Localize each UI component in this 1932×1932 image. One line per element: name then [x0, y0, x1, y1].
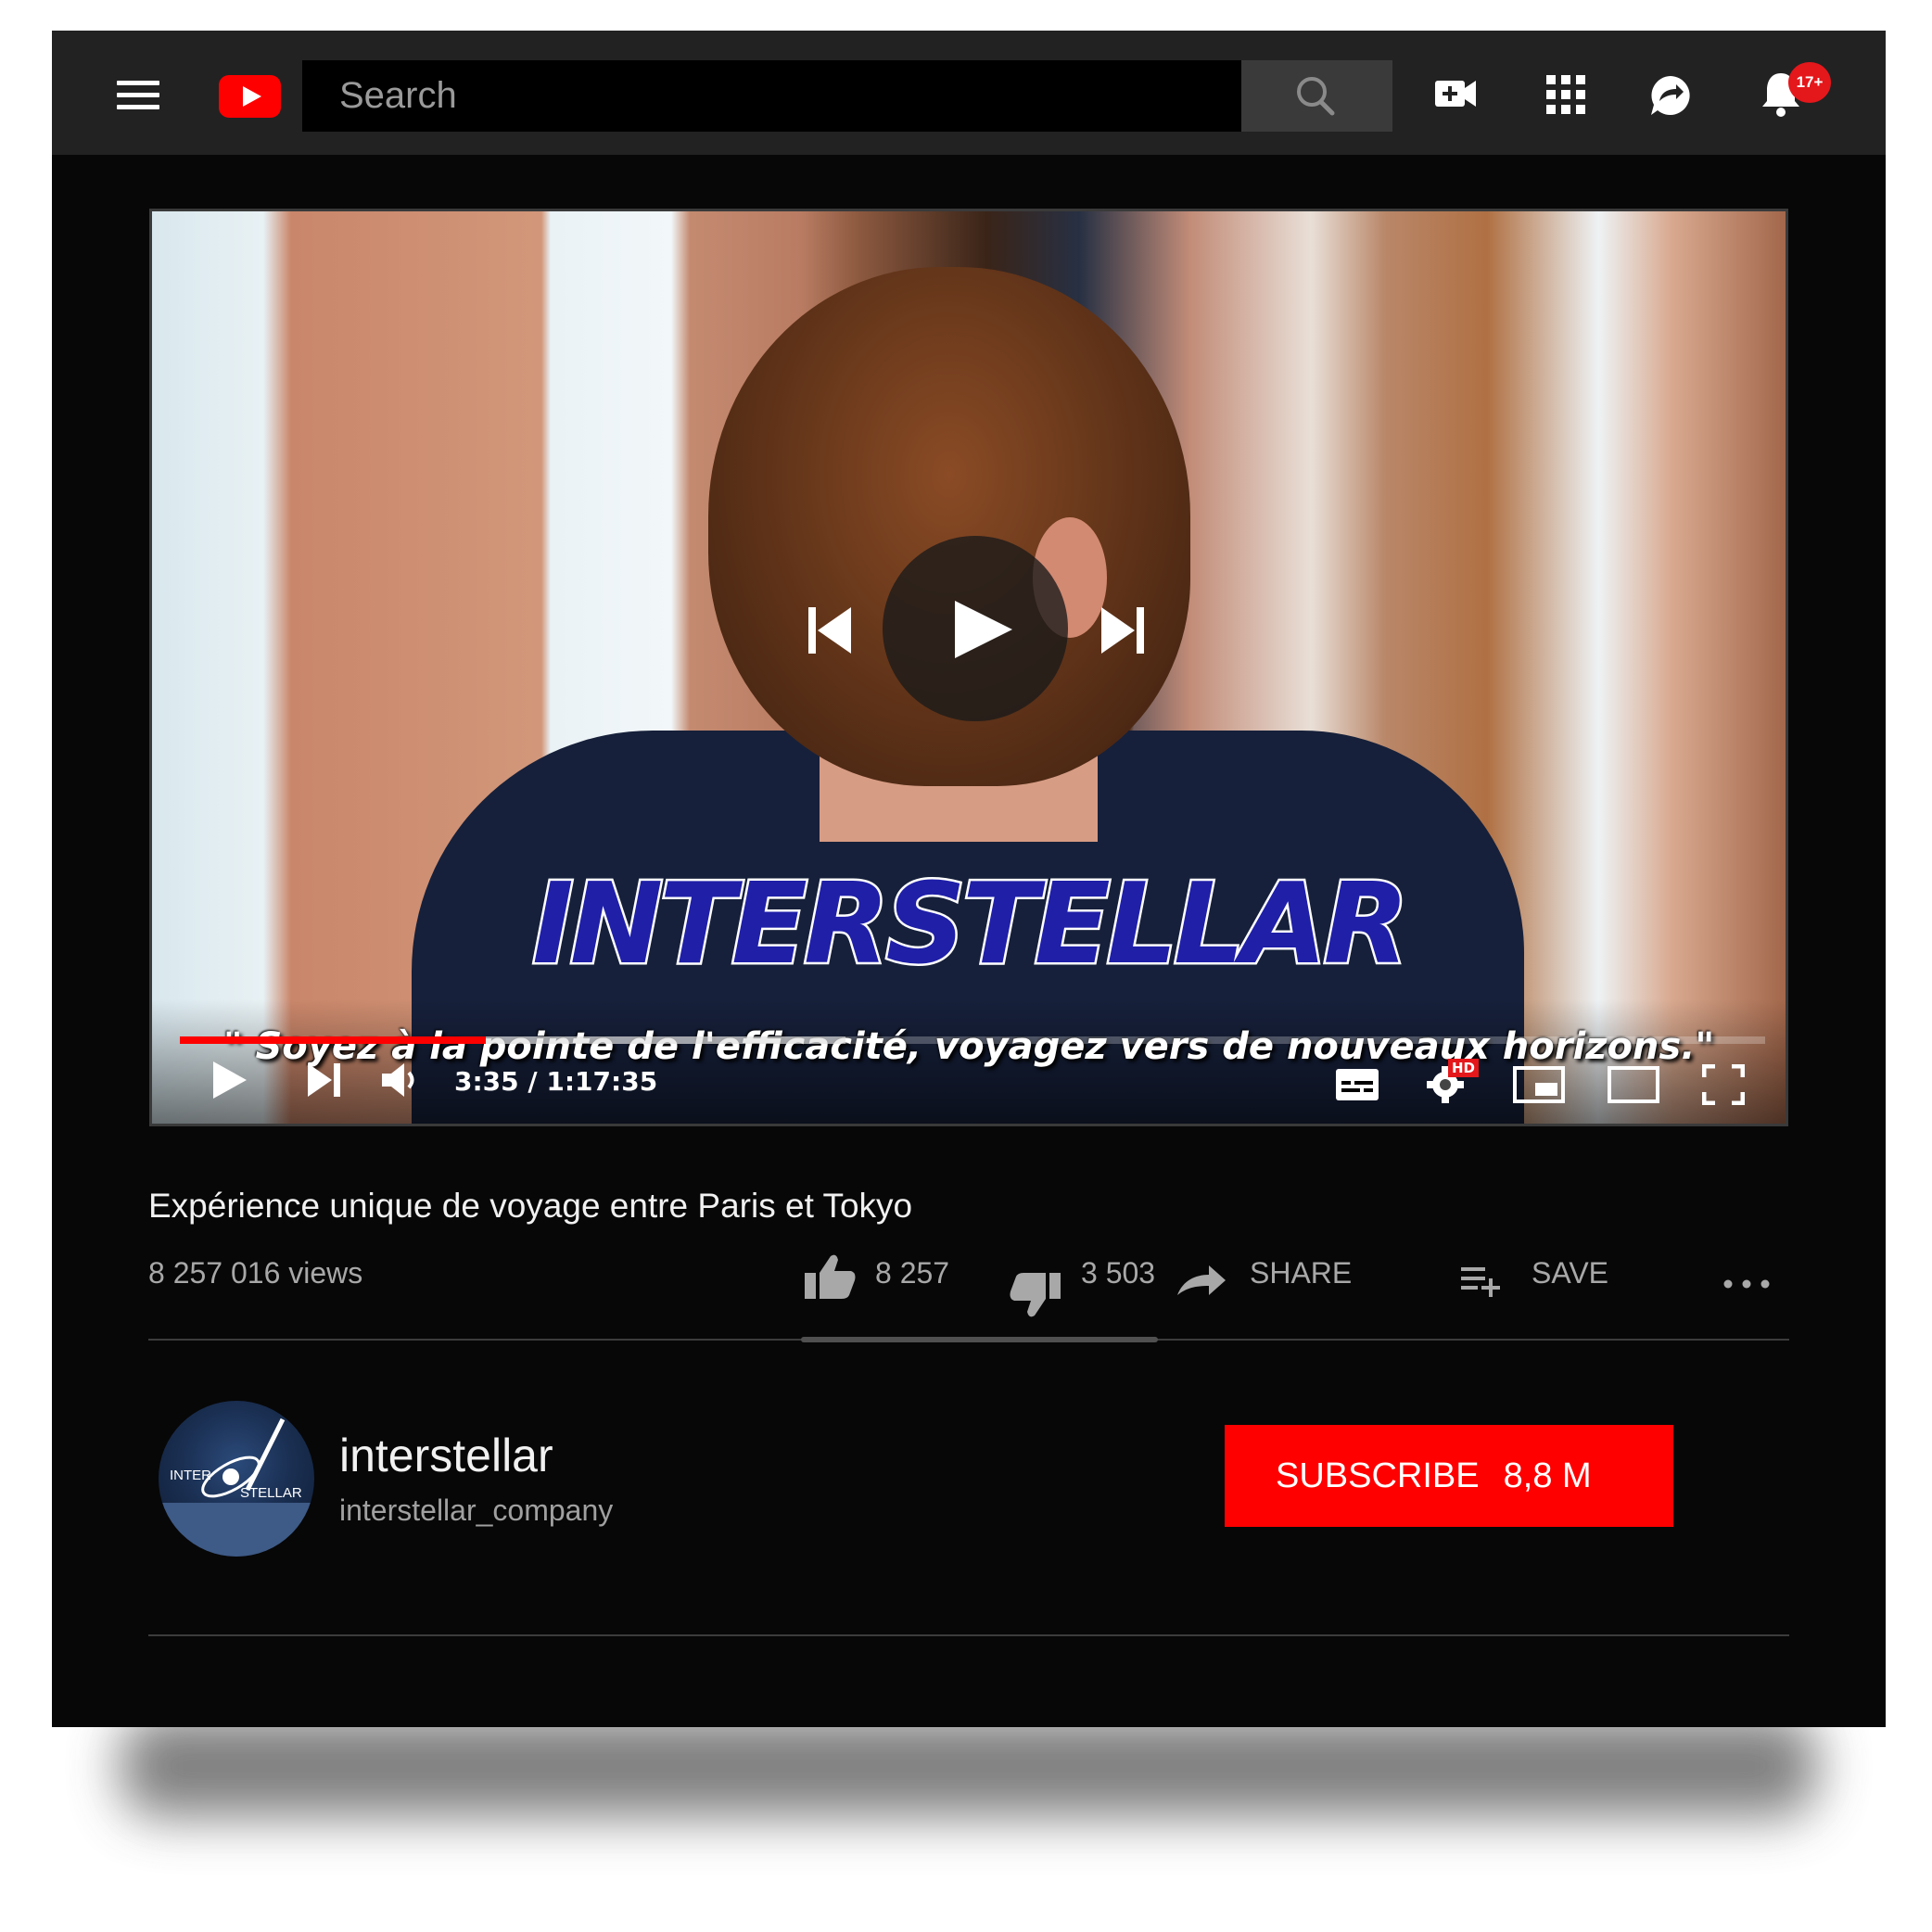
subscribe-label: SUBSCRIBE: [1276, 1455, 1480, 1495]
channel-divider: [148, 1634, 1789, 1636]
progress-played: [180, 1036, 486, 1044]
search-input[interactable]: [302, 60, 1241, 132]
youtube-window: 17+ INTERSTELLAR " Soyez à la pointe de …: [52, 31, 1886, 1727]
channel-avatar[interactable]: INTER STELLAR: [159, 1401, 314, 1557]
avatar-text-left: INTER: [170, 1468, 211, 1483]
search-button[interactable]: [1241, 60, 1392, 132]
messages-share-icon[interactable]: [1648, 73, 1693, 118]
center-play-button[interactable]: [883, 536, 1068, 721]
window-shadow: [121, 1715, 1817, 1817]
previous-track-icon[interactable]: [807, 605, 855, 655]
save-playlist-add-icon[interactable]: [1459, 1264, 1502, 1297]
thumbs-down-icon[interactable]: [1009, 1271, 1062, 1319]
thumbs-up-icon[interactable]: [803, 1252, 857, 1301]
video-overlay-title: INTERSTELLAR: [530, 858, 1412, 992]
create-video-icon[interactable]: [1433, 75, 1478, 112]
miniplayer-icon[interactable]: [1513, 1066, 1565, 1103]
avatar-text-right: STELLAR: [240, 1485, 302, 1501]
next-track-icon[interactable]: [1098, 605, 1146, 655]
view-count: 8 257 016 views: [148, 1256, 363, 1290]
youtube-logo[interactable]: [219, 75, 281, 118]
like-count[interactable]: 8 257: [875, 1256, 949, 1290]
like-ratio-bar: [801, 1337, 1158, 1342]
fullscreen-icon[interactable]: [1702, 1064, 1745, 1105]
share-arrow-icon[interactable]: [1176, 1262, 1227, 1299]
channel-name[interactable]: interstellar: [339, 1429, 553, 1482]
hamburger-menu-icon[interactable]: [117, 81, 159, 110]
video-player[interactable]: INTERSTELLAR " Soyez à la pointe de l'ef…: [149, 209, 1788, 1126]
subscriber-count: 8,8 M: [1503, 1455, 1592, 1495]
dislike-count[interactable]: 3 503: [1081, 1256, 1155, 1290]
save-button[interactable]: SAVE: [1532, 1256, 1608, 1290]
video-title: Expérience unique de voyage entre Paris …: [148, 1187, 913, 1225]
subtitles-icon[interactable]: [1335, 1068, 1379, 1101]
theater-mode-icon[interactable]: [1608, 1066, 1659, 1103]
play-icon[interactable]: [211, 1060, 248, 1100]
notification-count-badge: 17+: [1788, 62, 1831, 103]
apps-grid-icon[interactable]: [1546, 75, 1585, 114]
share-button[interactable]: SHARE: [1250, 1256, 1352, 1290]
time-display: 3:35 / 1:17:35: [454, 1066, 658, 1097]
hd-badge: HD: [1448, 1059, 1480, 1077]
volume-icon[interactable]: [380, 1061, 423, 1099]
skip-next-icon[interactable]: [306, 1061, 343, 1099]
subscribe-button[interactable]: SUBSCRIBE 8,8 M: [1225, 1425, 1673, 1527]
more-options-icon[interactable]: [1722, 1278, 1771, 1290]
channel-handle: interstellar_company: [339, 1493, 614, 1527]
top-bar: 17+: [52, 31, 1886, 155]
progress-bar[interactable]: [180, 1036, 1765, 1044]
search-icon: [1297, 77, 1335, 116]
